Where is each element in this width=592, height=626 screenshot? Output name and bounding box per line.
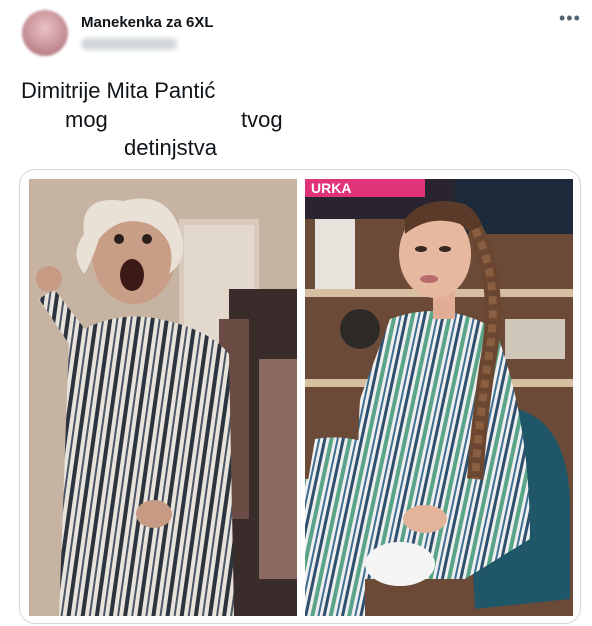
tweet-text-line: tvog <box>241 107 283 132</box>
left-photo[interactable] <box>29 179 297 616</box>
media-container[interactable]: URKA <box>19 169 581 624</box>
tweet-text-line: mog <box>65 107 108 132</box>
right-photo-illustration: URKA <box>305 179 573 616</box>
display-name[interactable]: Manekenka za 6XL <box>81 14 214 31</box>
tweet-text-line: detinjstva <box>124 135 217 160</box>
right-photo[interactable]: URKA <box>305 179 573 616</box>
blurred-handle <box>81 38 177 50</box>
caption-text: URKA <box>311 180 351 196</box>
tweet[interactable]: Manekenka za 6XL ••• Dimitrije Mita Pant… <box>0 0 592 626</box>
left-photo-illustration <box>29 179 297 616</box>
avatar[interactable] <box>22 10 68 56</box>
tweet-text-line: Dimitrije Mita Pantić <box>21 78 216 103</box>
more-horizontal-icon[interactable]: ••• <box>559 9 581 27</box>
